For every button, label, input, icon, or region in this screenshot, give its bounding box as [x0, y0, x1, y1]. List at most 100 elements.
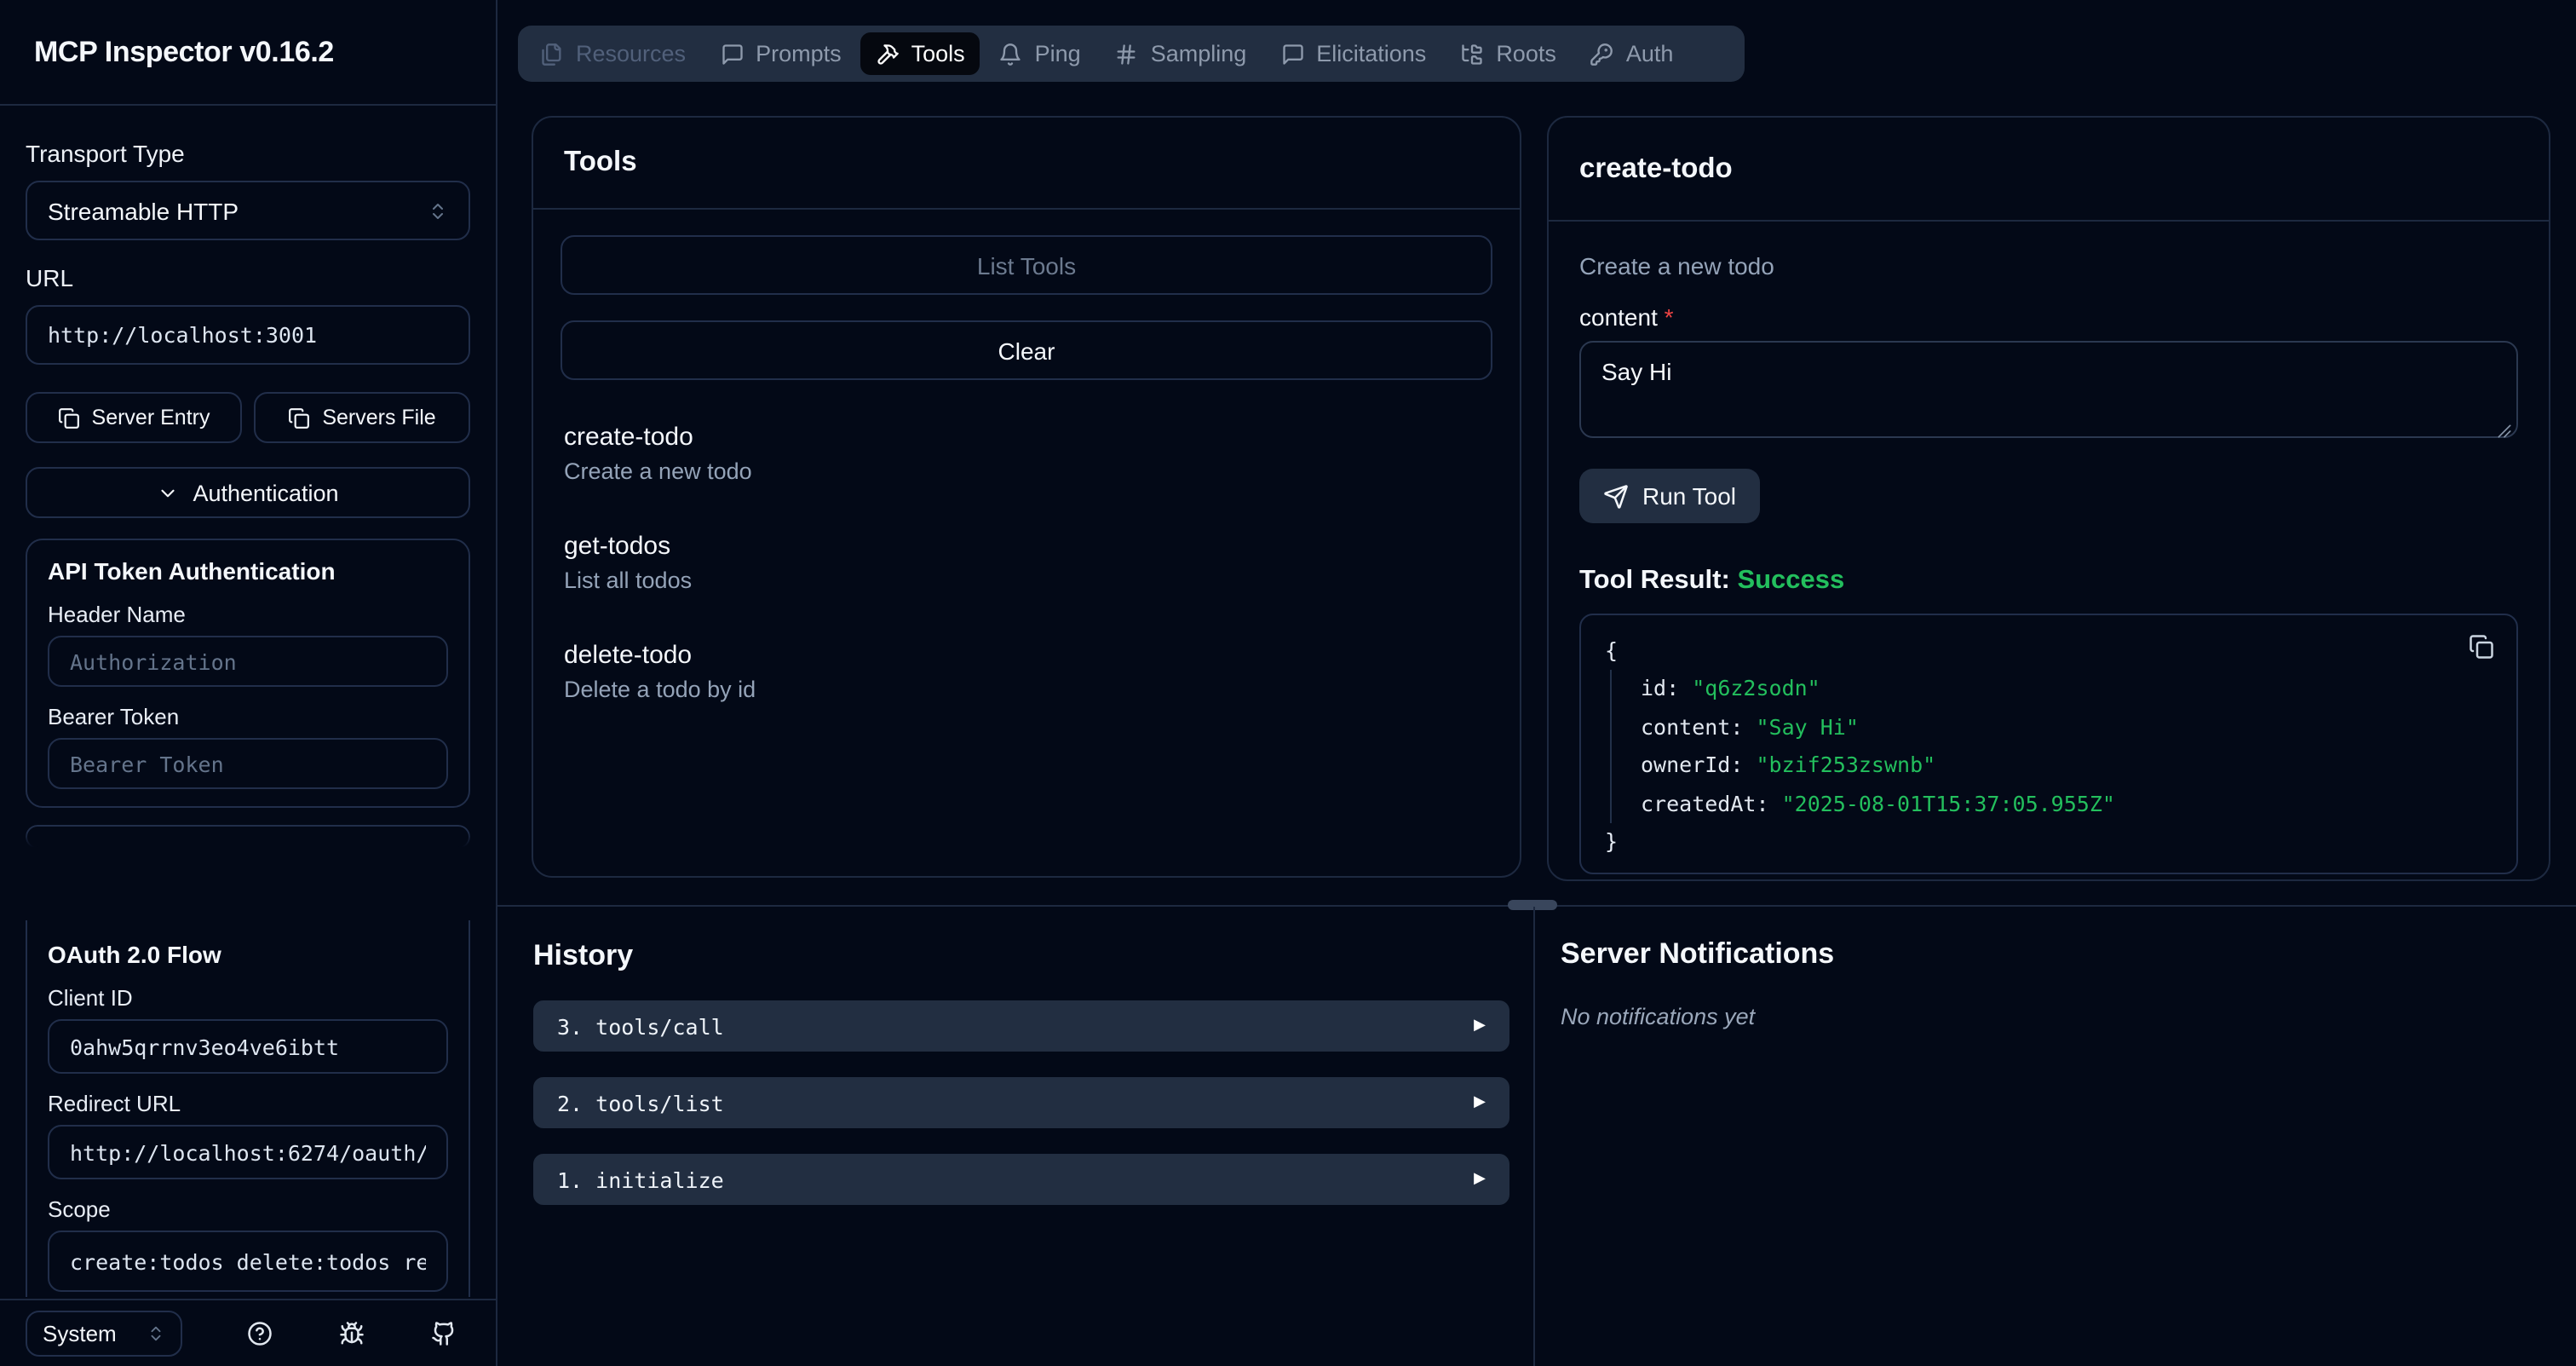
tool-detail-title: create-todo — [1549, 118, 2549, 222]
server-entry-label: Server Entry — [92, 406, 210, 429]
content-field-label: content * — [1579, 303, 2518, 331]
theme-select[interactable]: System — [26, 1310, 182, 1356]
json-line-content: content: "Say Hi" — [1641, 709, 2493, 747]
tab-ping[interactable]: Ping — [984, 32, 1096, 75]
json-open-brace: { — [1605, 632, 2493, 671]
authentication-toggle-label: Authentication — [193, 480, 338, 505]
oauth-title: OAuth 2.0 Flow — [48, 941, 448, 968]
tool-item-get-todos[interactable]: get-todosList all todos — [564, 532, 1489, 593]
scope-label: Scope — [48, 1196, 448, 1222]
expand-arrow-icon[interactable]: ▶ — [1474, 1094, 1486, 1111]
content-input-wrap: Say Hi — [1579, 341, 2518, 447]
collapsed-card-sliver — [26, 825, 470, 849]
main-area: Resources Prompts Tools PingSampling Elicita… — [497, 0, 2576, 1366]
scope-input[interactable] — [48, 1231, 448, 1292]
tool-item-delete-todo[interactable]: delete-todoDelete a todo by id — [564, 641, 1489, 702]
server-notifications-title: Server Notifications — [1561, 937, 1834, 971]
tab-bar: Resources Prompts Tools PingSampling Elicita… — [518, 26, 1745, 82]
json-close-brace: } — [1605, 823, 2493, 862]
tool-description: Delete a todo by id — [564, 677, 1489, 702]
api-token-title: API Token Authentication — [48, 557, 448, 585]
history-row-label: 3. tools/call — [557, 1013, 724, 1039]
tool-result-label: Tool Result: — [1579, 566, 1730, 595]
history-list: 3. tools/call▶2. tools/list▶1. initializ… — [533, 1000, 1509, 1231]
json-value: "2025-08-01T15:37:05.955Z" — [1782, 790, 2115, 816]
tab-label: Resources — [576, 41, 686, 66]
transport-type-label: Transport Type — [26, 140, 470, 167]
history-title: History — [533, 939, 633, 973]
expand-arrow-icon[interactable]: ▶ — [1474, 1017, 1486, 1035]
client-id-input[interactable] — [48, 1019, 448, 1074]
app-title: MCP Inspector v0.16.2 — [34, 35, 334, 69]
history-row-label: 2. tools/list — [557, 1090, 724, 1115]
transport-type-select[interactable]: Streamable HTTP — [26, 181, 470, 240]
tool-result-row: Tool Result: Success — [1579, 566, 2518, 597]
hammer-icon — [876, 42, 900, 66]
sidebar-footer: System — [0, 1298, 496, 1366]
header-name-label: Header Name — [48, 602, 448, 627]
files-icon — [540, 42, 564, 66]
history-row[interactable]: 3. tools/call ▶ — [533, 1000, 1509, 1052]
tool-name: create-todo — [564, 423, 1489, 452]
tool-detail-panel: create-todo Create a new todo content * … — [1547, 116, 2550, 881]
content-input[interactable]: Say Hi — [1579, 341, 2518, 438]
history-row[interactable]: 2. tools/list ▶ — [533, 1077, 1509, 1128]
help-icon[interactable] — [247, 1319, 274, 1346]
tab-tools[interactable]: Tools — [860, 32, 980, 75]
transport-type-value: Streamable HTTP — [48, 197, 239, 224]
hash-icon — [1115, 42, 1139, 66]
send-icon — [1603, 483, 1629, 509]
message-square-icon — [1280, 42, 1304, 66]
tab-auth[interactable]: Auth — [1575, 32, 1689, 75]
sidebar-header: MCP Inspector v0.16.2 — [0, 0, 496, 106]
json-line-ownerId: ownerId: "bzif253zswnb" — [1641, 746, 2493, 785]
authentication-toggle[interactable]: Authentication — [26, 467, 470, 518]
bug-icon[interactable] — [339, 1319, 366, 1346]
servers-file-button[interactable]: Servers File — [254, 392, 470, 443]
sidebar: MCP Inspector v0.16.2 Transport Type Str… — [0, 0, 497, 1366]
json-value: "Say Hi" — [1756, 714, 1858, 740]
tab-prompts[interactable]: Prompts — [704, 32, 857, 75]
json-value: "q6z2sodn" — [1692, 676, 1820, 701]
github-icon[interactable] — [431, 1319, 458, 1346]
chevrons-up-down-icon — [147, 1323, 165, 1342]
vertical-splitter — [1533, 907, 1535, 1366]
no-notifications-text: No notifications yet — [1561, 1004, 1755, 1029]
required-asterisk: * — [1665, 303, 1674, 331]
json-key: ownerId: — [1641, 752, 1756, 777]
tab-label: Tools — [911, 41, 965, 66]
tool-name: get-todos — [564, 532, 1489, 561]
redirect-url-input[interactable] — [48, 1125, 448, 1179]
tab-label: Elicitations — [1316, 41, 1426, 66]
server-actions-row: Server Entry Servers File — [26, 392, 470, 443]
url-input[interactable] — [26, 305, 470, 365]
clear-button[interactable]: Clear — [561, 320, 1492, 380]
splitter-grip[interactable] — [1508, 900, 1557, 910]
tab-elicitations[interactable]: Elicitations — [1265, 32, 1441, 75]
history-row[interactable]: 1. initialize▶ — [533, 1154, 1509, 1205]
servers-file-label: Servers File — [322, 406, 435, 429]
message-square-icon — [720, 42, 744, 66]
tool-result-status: Success — [1737, 566, 1844, 595]
copy-icon — [58, 406, 80, 429]
json-key: content: — [1641, 714, 1756, 740]
json-value: "bzif253zswnb" — [1756, 752, 1935, 777]
copy-icon[interactable] — [2469, 632, 2496, 660]
bearer-token-input[interactable] — [48, 738, 448, 789]
tools-panel-title: Tools — [533, 118, 1520, 210]
tool-list: create-todoCreate a new todo get-todosLis… — [561, 423, 1492, 702]
json-key: id: — [1641, 676, 1692, 701]
header-name-input[interactable] — [48, 636, 448, 687]
run-tool-button[interactable]: Run Tool — [1579, 469, 1760, 523]
tab-sampling[interactable]: Sampling — [1100, 32, 1262, 75]
server-entry-button[interactable]: Server Entry — [26, 392, 242, 443]
app-root: MCP Inspector v0.16.2 Transport Type Str… — [0, 0, 2576, 1366]
list-tools-button[interactable]: List Tools — [561, 235, 1492, 295]
redirect-url-label: Redirect URL — [48, 1091, 448, 1116]
expand-arrow-icon[interactable]: ▶ — [1474, 1171, 1486, 1188]
key-icon — [1590, 42, 1614, 66]
tool-detail-body: Create a new todo content * Say Hi Run T… — [1549, 222, 2549, 905]
tab-roots[interactable]: Roots — [1445, 32, 1572, 75]
tool-item-create-todo[interactable]: create-todoCreate a new todo — [564, 423, 1489, 484]
json-indent-block: id: "q6z2sodn"content: "Say Hi"ownerId: … — [1610, 671, 2493, 823]
